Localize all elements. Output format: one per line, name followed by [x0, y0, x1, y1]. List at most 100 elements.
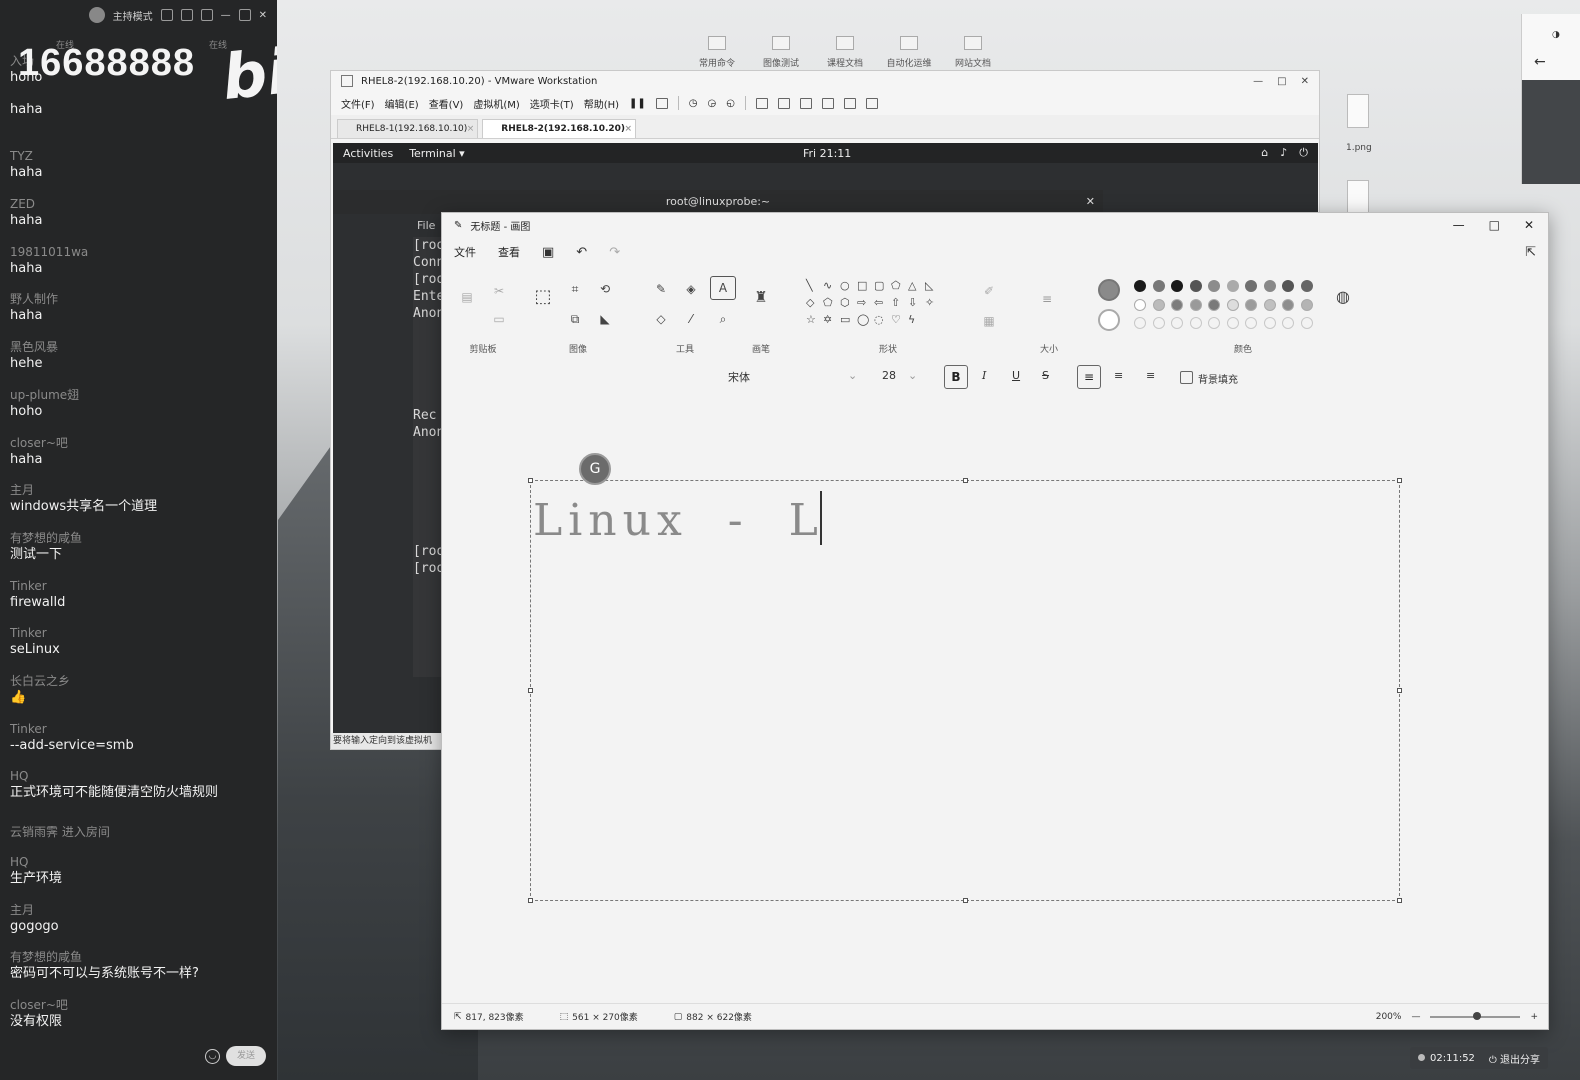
close-icon[interactable]: ✕ [259, 10, 267, 21]
select-icon[interactable]: ⬚ [534, 288, 552, 306]
minimize-icon[interactable]: — [1253, 76, 1263, 87]
heart-shape-icon[interactable]: ♡ [891, 313, 908, 330]
back-arrow-icon[interactable]: ← [1534, 54, 1546, 70]
secondary-color-swatch[interactable] [1098, 309, 1120, 331]
send-keys-icon[interactable] [655, 97, 668, 109]
resize-handle[interactable] [963, 898, 968, 903]
copy-icon[interactable]: ▭ [490, 311, 508, 327]
resize-handle[interactable] [1397, 898, 1402, 903]
maximize-icon[interactable] [238, 9, 251, 21]
palette-swatch[interactable] [1226, 298, 1239, 311]
stretch-icon[interactable] [866, 97, 878, 109]
desktop-icon-0[interactable]: 常用命令 [690, 36, 744, 69]
palette-empty-swatch[interactable] [1189, 317, 1202, 329]
palette-empty-swatch[interactable] [1171, 317, 1183, 329]
palette-swatch[interactable] [1245, 298, 1257, 311]
color-picker-icon[interactable]: ⁄ [682, 311, 700, 327]
desktop-icon-3[interactable]: 自动化运维 [882, 36, 936, 69]
zoom-slider-knob[interactable] [1473, 1011, 1482, 1020]
menu-view[interactable]: 查看 [498, 244, 520, 260]
palette-empty-swatch[interactable] [1263, 317, 1276, 329]
align-left-button[interactable]: ≡ [1077, 365, 1101, 389]
star6-shape-icon[interactable]: ✡ [823, 313, 840, 330]
italic-button[interactable]: I [982, 369, 986, 382]
gnome-clock[interactable]: Fri 21:11 [803, 147, 851, 160]
palette-swatch[interactable] [1134, 298, 1146, 311]
pause-icon[interactable]: ❚❚ [629, 98, 646, 109]
fill-shape-icon[interactable]: ▦ [980, 313, 998, 329]
desktop-file-icon[interactable] [1347, 94, 1369, 128]
resize-handle[interactable] [963, 478, 968, 483]
close-icon[interactable]: × [624, 124, 632, 134]
vm-tab-rhel8-1[interactable]: RHEL8-1(192.168.10.10) × [337, 119, 479, 138]
palette-swatch[interactable] [1208, 280, 1220, 292]
pentagon-shape-icon[interactable]: ⬠ [823, 296, 840, 313]
palette-swatch[interactable] [1282, 280, 1294, 292]
chevron-down-icon[interactable]: ⌄ [848, 369, 857, 382]
curve-shape-icon[interactable]: ∿ [823, 279, 840, 296]
arrow-down-shape-icon[interactable]: ⇩ [908, 296, 925, 313]
resize-icon[interactable]: ⧉ [566, 311, 584, 327]
crop-icon[interactable]: ⌗ [566, 281, 584, 297]
console-icon[interactable] [844, 97, 856, 109]
palette-swatch[interactable] [1189, 280, 1202, 292]
menu-vm[interactable]: 虚拟机(M) [473, 96, 519, 111]
activities-button[interactable]: Activities [343, 147, 393, 160]
vm-tab-rhel8-2[interactable]: RHEL8-2(192.168.10.20) × [482, 119, 637, 138]
canvas-text[interactable]: Linux - L [533, 491, 822, 546]
desktop-icon-4[interactable]: 网站文档 [946, 36, 1000, 69]
callout-oval-shape-icon[interactable]: ◯ [857, 313, 874, 330]
star4-shape-icon[interactable]: ✧ [925, 296, 942, 313]
send-button[interactable]: 发送 [226, 1046, 266, 1066]
bold-button[interactable]: B [944, 365, 968, 389]
palette-swatch[interactable] [1134, 280, 1146, 292]
edit-colors-icon[interactable]: ◍ [1334, 289, 1352, 305]
palette-swatch[interactable] [1208, 298, 1220, 311]
maximize-icon[interactable]: □ [1489, 218, 1500, 232]
strikethrough-button[interactable]: S [1042, 369, 1049, 382]
lightning-shape-icon[interactable]: ϟ [908, 313, 925, 330]
emoji-icon[interactable]: ◡ [205, 1048, 220, 1064]
close-icon[interactable]: ✕ [1301, 76, 1309, 87]
fill-icon[interactable]: ◈ [682, 281, 700, 297]
desktop-icon-2[interactable]: 课程文档 [818, 36, 872, 69]
menu-edit[interactable]: 编辑(E) [385, 96, 419, 111]
resize-handle[interactable] [528, 898, 533, 903]
hexagon-shape-icon[interactable]: ⬡ [840, 296, 857, 313]
callout-cloud-shape-icon[interactable]: ◌ [874, 313, 891, 330]
volume-icon[interactable]: ♪ [1280, 146, 1287, 160]
magnifier-icon[interactable]: ⌕ [714, 311, 732, 327]
arrow-right-shape-icon[interactable]: ⇨ [857, 296, 874, 313]
star5-shape-icon[interactable]: ☆ [806, 313, 823, 330]
paint-canvas-area[interactable]: Linux - L G [442, 399, 1548, 1003]
primary-color-swatch[interactable] [1098, 279, 1120, 301]
zoom-slider[interactable] [1430, 1011, 1521, 1020]
thumbnail-icon[interactable] [778, 97, 790, 109]
rect-shape-icon[interactable]: □ [857, 279, 874, 296]
share-icon[interactable]: ⇱ [1525, 245, 1536, 260]
palette-swatch[interactable] [1263, 298, 1276, 311]
outline-icon[interactable]: ✐ [980, 283, 998, 299]
background-fill-checkbox[interactable] [1180, 371, 1193, 384]
brush-icon[interactable]: ♜ [752, 289, 770, 305]
underline-button[interactable]: U [1012, 369, 1020, 382]
pencil-icon[interactable]: ✎ [652, 281, 670, 297]
unity-icon[interactable] [822, 97, 834, 109]
power-icon[interactable]: ⏻ [1299, 146, 1308, 160]
snapshot-manager-icon[interactable]: ◵ [726, 98, 735, 109]
palette-empty-swatch[interactable] [1152, 317, 1165, 329]
palette-swatch[interactable] [1152, 280, 1165, 292]
palette-swatch[interactable] [1245, 280, 1257, 292]
paste-icon[interactable]: ▤ [458, 289, 476, 305]
settings-icon[interactable] [160, 9, 173, 21]
edit-icon[interactable] [180, 9, 193, 21]
menu-view[interactable]: 查看(V) [429, 96, 464, 111]
flip-icon[interactable]: ◣ [596, 311, 614, 327]
cut-icon[interactable]: ✂ [490, 283, 508, 299]
minimize-icon[interactable]: — [221, 10, 231, 21]
snapshot-icon[interactable]: ◷ [689, 98, 698, 109]
maximize-icon[interactable]: □ [1277, 76, 1286, 87]
arrow-left-shape-icon[interactable]: ⇦ [874, 296, 891, 313]
palette-swatch[interactable] [1282, 298, 1294, 311]
save-icon[interactable]: ▣ [542, 245, 554, 260]
